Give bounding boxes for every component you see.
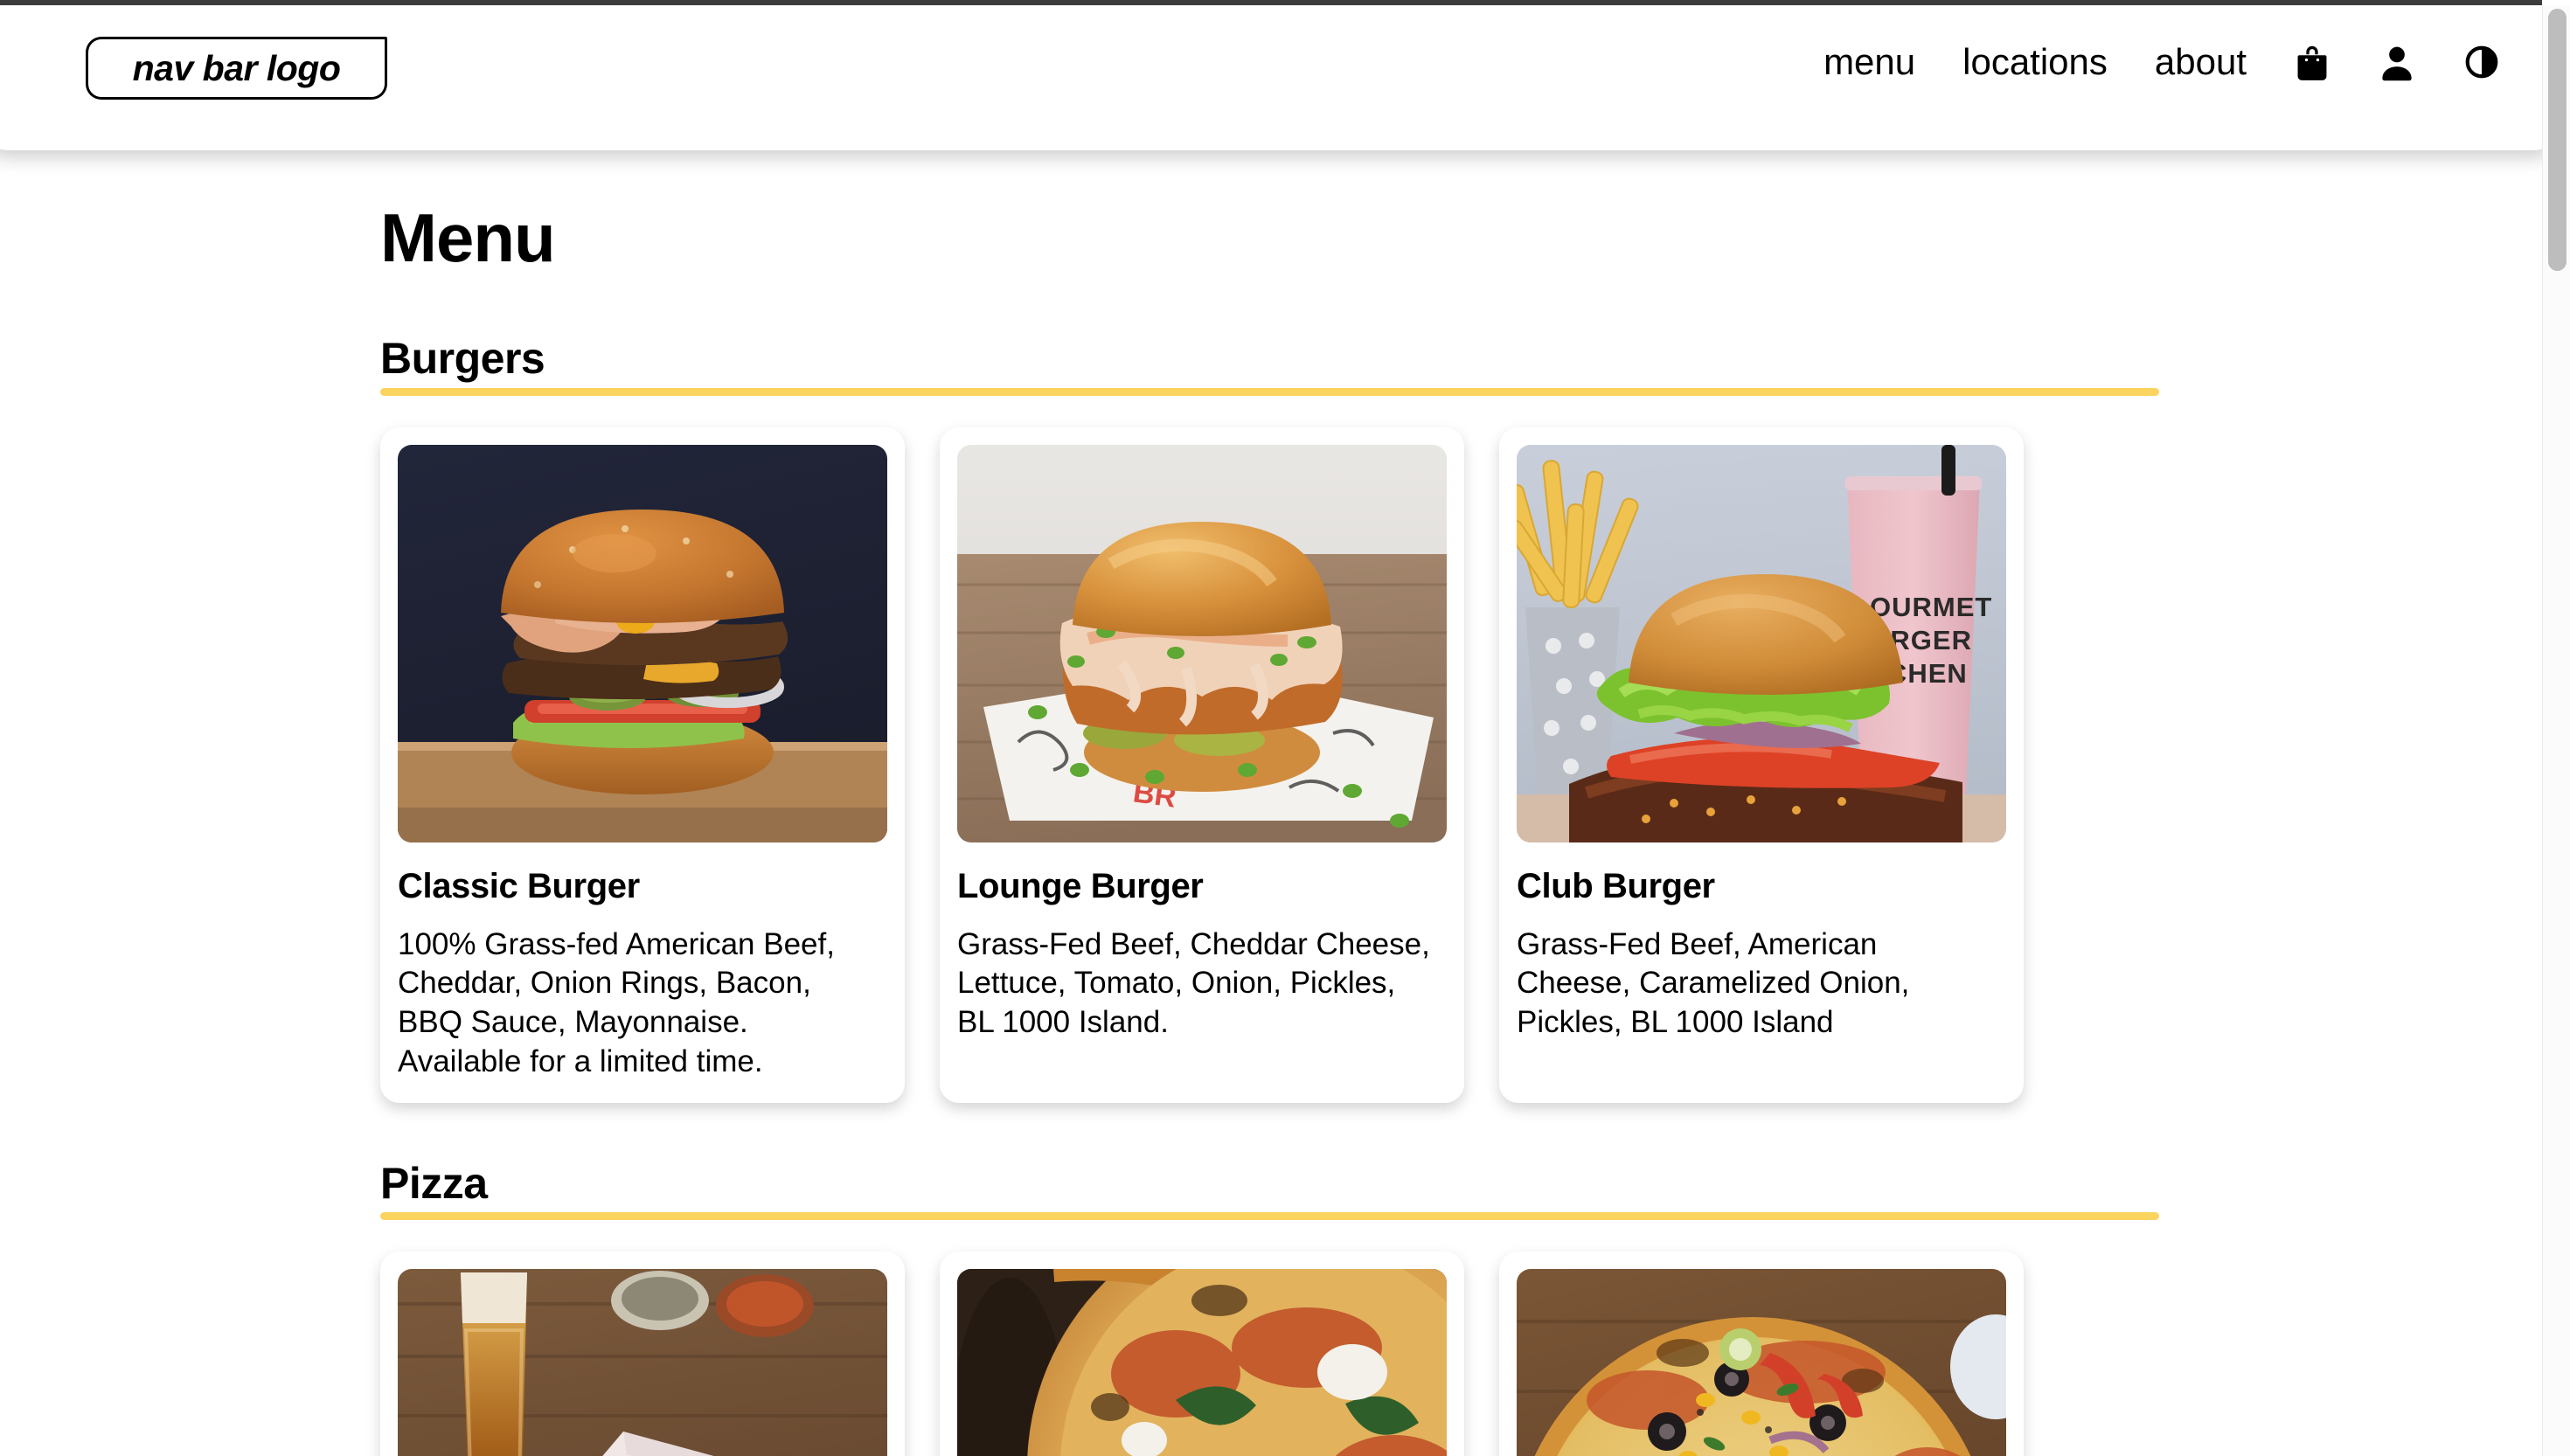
menu-item-card[interactable] — [1499, 1251, 2024, 1456]
main-content: Menu Burgers Classic Burger 100% Grass-f… — [0, 150, 2542, 1456]
section-title-pizza: Pizza — [380, 1158, 488, 1208]
contrast-toggle-icon[interactable] — [2463, 42, 2500, 82]
lounge-burger-photo: BR — [957, 444, 1447, 842]
veggie-pizza-photo — [1517, 1269, 2006, 1456]
shopping-bag-icon[interactable] — [2294, 42, 2330, 82]
logo-text: nav bar logo — [132, 47, 341, 88]
nav-link-locations[interactable]: locations — [1962, 44, 2108, 80]
scrollbar-thumb[interactable] — [2548, 9, 2567, 271]
menu-item-description: Grass-Fed Beef, American Cheese, Caramel… — [1517, 926, 1910, 1040]
spinach-pizza-photo — [957, 1269, 1447, 1456]
section-title-burgers: Burgers — [380, 334, 545, 383]
menu-item-card[interactable] — [940, 1251, 1464, 1456]
section-pizza: Pizza — [380, 1161, 2542, 1456]
user-account-icon[interactable] — [2378, 42, 2416, 82]
browser-top-edge — [0, 0, 2542, 5]
nav-link-menu[interactable]: menu — [1823, 44, 1915, 80]
menu-item-card[interactable]: BR Lounge Burger Grass-Fed Beef, Cheddar… — [940, 426, 1464, 1103]
page-title: Menu — [380, 199, 556, 276]
navigation-bar: nav bar logo menu locations about — [0, 0, 2542, 150]
menu-item-description: Grass-Fed Beef, Cheddar Cheese, Lettuce,… — [957, 926, 1430, 1040]
menu-item-title: Classic Burger — [398, 866, 640, 905]
beer-and-napkin-photo — [398, 1269, 887, 1456]
menu-item-description: 100% Grass-fed American Beef, Cheddar, O… — [398, 926, 835, 1078]
section-header-pizza: Pizza — [380, 1161, 2159, 1221]
card-row-pizza — [380, 1251, 2159, 1456]
classic-burger-photo — [398, 444, 887, 842]
menu-item-title: Lounge Burger — [957, 866, 1204, 905]
svg-text:OURMET: OURMET — [1870, 592, 1992, 622]
nav-link-about[interactable]: about — [2155, 44, 2247, 80]
page-viewport: nav bar logo menu locations about Menu B… — [0, 0, 2542, 1456]
nav-links-group: menu locations about — [1776, 42, 2500, 82]
menu-item-card[interactable] — [380, 1251, 905, 1456]
section-burgers: Burgers Classic Burger 100% Grass-fed Am… — [380, 336, 2542, 1103]
club-burger-photo: OURMET URGER TCHEN — [1517, 444, 2006, 842]
section-header-burgers: Burgers — [380, 336, 2159, 396]
menu-item-title: Club Burger — [1517, 866, 1715, 905]
card-row-burgers: Classic Burger 100% Grass-fed American B… — [380, 426, 2159, 1103]
nav-bar-logo[interactable]: nav bar logo — [86, 37, 387, 100]
vertical-scrollbar[interactable] — [2542, 5, 2570, 1456]
menu-item-card[interactable]: OURMET URGER TCHEN Club Burger Grass-Fed… — [1499, 426, 2024, 1103]
section-divider-burgers — [380, 387, 2159, 396]
section-divider-pizza — [380, 1212, 2159, 1221]
menu-item-card[interactable]: Classic Burger 100% Grass-fed American B… — [380, 426, 905, 1103]
